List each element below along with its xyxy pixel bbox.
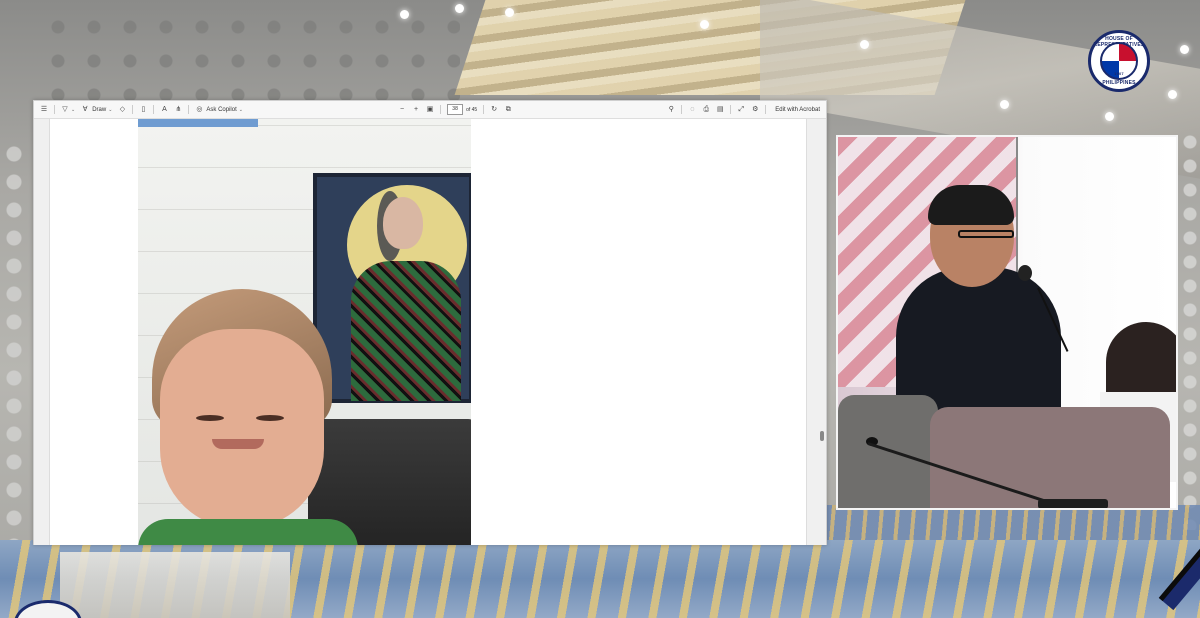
pdf-document-area[interactable] [34, 119, 826, 545]
zoom-out-icon: − [400, 105, 405, 113]
ceiling-light [860, 40, 869, 49]
chevron-down-icon: ⌄ [108, 106, 113, 113]
page-total: of 45 [466, 106, 478, 113]
hall-stage [60, 552, 290, 618]
ceiling-light [400, 10, 409, 19]
settings-icon: ⚙ [752, 105, 759, 113]
ceiling-light [1105, 112, 1114, 121]
right-dot-pattern [1180, 130, 1200, 530]
seal-year: 1907 [1114, 71, 1124, 76]
two-page-view-icon: ⧉ [505, 105, 511, 113]
two-page-view-button[interactable]: ⧉ [504, 101, 512, 118]
toolbar-divider [440, 105, 442, 114]
person-portrait [152, 289, 332, 545]
read-aloud-button[interactable]: A [160, 101, 168, 118]
ask-copilot-button[interactable]: ◎ Ask Copilot ⌄ [195, 101, 243, 118]
menu-icon: ☰ [40, 105, 48, 113]
menu-button[interactable]: ☰ [40, 101, 48, 118]
zoom-in-button[interactable]: + [412, 101, 420, 118]
chevron-down-icon: ⌄ [71, 106, 76, 113]
ceiling-light [1000, 100, 1009, 109]
chair-right [930, 407, 1170, 508]
toolbar-divider [188, 105, 190, 114]
seal-bottom-text: PHILIPPINES [1102, 80, 1136, 86]
wall-painting [313, 173, 471, 403]
draw-icon: ∀ [82, 105, 88, 113]
page-number-input[interactable]: 38 [447, 104, 464, 115]
document-photo [138, 119, 471, 545]
vertical-scrollbar[interactable] [818, 119, 824, 545]
ceiling-light [455, 4, 464, 13]
ceiling-light [1168, 90, 1177, 99]
photo-wall-trim [138, 119, 258, 127]
scrollbar-thumb[interactable] [820, 431, 824, 441]
search-icon: ⚲ [668, 105, 674, 113]
edit-with-acrobat-label: Edit with Acrobat [775, 106, 820, 113]
toolbar-divider [681, 105, 683, 114]
toolbar-divider [153, 105, 155, 114]
print-icon: ⎙ [703, 105, 710, 113]
zoom-out-button[interactable]: − [398, 101, 406, 118]
handheld-microphone [1018, 265, 1032, 281]
save-button[interactable]: ▤ [716, 101, 724, 118]
search-button[interactable]: ⚲ [667, 101, 675, 118]
text-select-button[interactable]: ▯ [139, 101, 147, 118]
chevron-down-icon: ⌄ [238, 106, 243, 113]
toolbar-divider [765, 105, 767, 114]
read-aloud-icon: A [162, 105, 167, 113]
comment-icon: ◌ [690, 105, 695, 113]
fit-page-icon: ▣ [426, 105, 434, 113]
fullscreen-icon: ⤢ [738, 105, 745, 113]
chair-left [838, 395, 938, 508]
fit-page-button[interactable]: ▣ [426, 101, 434, 118]
copilot-icon: ◎ [196, 105, 203, 113]
rotate-icon: ↻ [491, 105, 498, 113]
filter-button[interactable]: ▽ ⌄ [61, 101, 75, 118]
ceiling-light [700, 20, 709, 29]
fullscreen-button[interactable]: ⤢ [737, 101, 745, 118]
ask-copilot-label: Ask Copilot [206, 106, 237, 113]
ceiling-dots [40, 10, 460, 100]
pdf-viewer-window: ☰ ▽ ⌄ ∀ Draw ⌄ ◇ ▯ A ⋔ ◎ Ask Copilot ⌄ −… [33, 100, 827, 545]
speaker-glasses [958, 230, 1014, 238]
eraser-button[interactable]: ◇ [118, 101, 126, 118]
eraser-icon: ◇ [119, 105, 126, 113]
toolbar-divider [730, 105, 732, 114]
zoom-in-icon: + [414, 105, 419, 113]
ceiling-light [1180, 45, 1189, 54]
draw-button[interactable]: ∀ Draw ⌄ [81, 101, 113, 118]
save-icon: ▤ [716, 105, 724, 113]
filter-icon: ▽ [62, 105, 68, 113]
pdf-toolbar: ☰ ▽ ⌄ ∀ Draw ⌄ ◇ ▯ A ⋔ ◎ Ask Copilot ⌄ −… [34, 101, 826, 119]
speaker-video-feed [836, 135, 1178, 510]
pdf-page [49, 119, 807, 545]
hall-seats-right [820, 505, 1200, 545]
ceiling-light [505, 8, 514, 17]
green-shirt [138, 519, 358, 545]
settings-button[interactable]: ⚙ [751, 101, 759, 118]
rotate-button[interactable]: ↻ [490, 101, 498, 118]
immersive-reader-button[interactable]: ⋔ [174, 101, 182, 118]
draw-label: Draw [92, 106, 107, 113]
edit-with-acrobat-button[interactable]: Edit with Acrobat [772, 101, 820, 118]
comment-button[interactable]: ◌ [688, 101, 696, 118]
house-seal-logo: HOUSE OF REPRESENTATIVES 1907 PHILIPPINE… [1088, 30, 1150, 92]
toolbar-divider [483, 105, 485, 114]
immersive-reader-icon: ⋔ [175, 105, 182, 113]
toolbar-divider [54, 105, 55, 114]
left-dot-pattern [0, 140, 36, 560]
text-select-icon: ▯ [141, 105, 146, 113]
print-button[interactable]: ⎙ [702, 101, 710, 118]
toolbar-divider [132, 105, 134, 114]
